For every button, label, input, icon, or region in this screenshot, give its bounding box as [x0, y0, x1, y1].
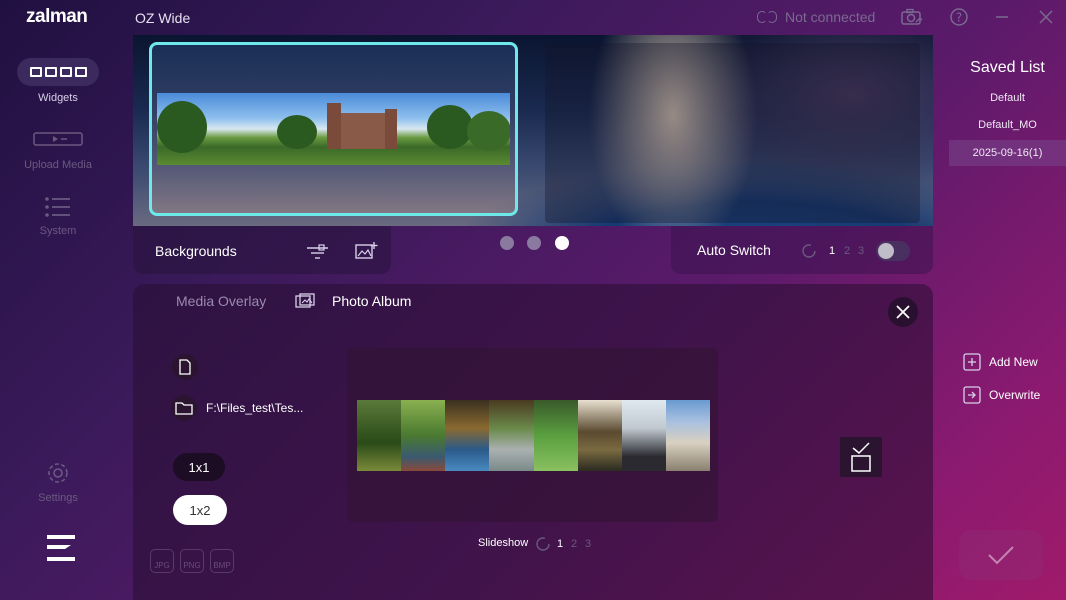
gear-icon: [17, 460, 99, 486]
sidebar-item-settings[interactable]: Settings: [17, 460, 99, 504]
confirm-button[interactable]: [959, 530, 1043, 580]
page-dot-2[interactable]: [527, 236, 541, 250]
add-new-label: Add New: [989, 355, 1038, 369]
help-icon[interactable]: ?: [948, 8, 970, 26]
tab-photo-album[interactable]: Photo Album: [332, 293, 411, 309]
sidebar-item-label: Upload Media: [24, 159, 92, 171]
layout-1x2-button[interactable]: 1x2: [173, 495, 227, 525]
overwrite-icon: [963, 386, 981, 404]
folder-path: F:\Files_test\Tes...: [206, 401, 304, 415]
zalman-brand-icon: [45, 533, 77, 568]
check-icon: [988, 546, 1014, 565]
sidebar-item-upload-media[interactable]: Upload Media: [17, 131, 99, 171]
close-icon: [896, 305, 910, 319]
add-icon: [963, 353, 981, 371]
photo-thumb: [665, 400, 710, 471]
close-window-icon[interactable]: [1035, 8, 1057, 26]
photo-thumb: [577, 400, 622, 471]
connection-icon: [757, 11, 777, 23]
widgets-icon: [17, 58, 99, 86]
page-dot-3[interactable]: [555, 236, 569, 250]
tab-media-overlay[interactable]: Media Overlay: [176, 293, 266, 309]
photo-thumb: [445, 400, 490, 471]
photo-thumb: [621, 400, 666, 471]
sidebar-item-system[interactable]: System: [17, 196, 99, 237]
auto-switch-option-1[interactable]: 1: [829, 245, 835, 257]
connection-status: Not connected: [757, 9, 875, 25]
auto-switch-label: Auto Switch: [697, 242, 771, 258]
sidebar-item-label: System: [39, 225, 77, 237]
panorama-image: [157, 93, 510, 165]
overwrite-button[interactable]: Overwrite: [963, 386, 1040, 404]
folder-icon[interactable]: [171, 395, 197, 421]
saved-list-item-selected[interactable]: 2025-09-16(1): [949, 140, 1066, 166]
sidebar-item-widgets[interactable]: Widgets: [17, 58, 99, 104]
photo-thumb: [533, 400, 578, 471]
format-bmp-badge: BMP: [210, 549, 234, 573]
filter-icon[interactable]: [306, 242, 330, 262]
zalman-logo: zalman: [26, 6, 88, 27]
sidebar-item-label: Settings: [38, 492, 78, 504]
file-icon[interactable]: [172, 354, 198, 380]
add-new-button[interactable]: Add New: [963, 353, 1038, 371]
slideshow-option-3[interactable]: 3: [585, 538, 591, 550]
photo-thumb: [357, 400, 402, 471]
layout-1x1-button[interactable]: 1x1: [173, 453, 225, 481]
connection-status-text: Not connected: [785, 9, 876, 25]
slideshow-option-2[interactable]: 2: [571, 538, 577, 550]
close-panel-button[interactable]: [888, 297, 918, 327]
slideshow-option-1[interactable]: 1: [557, 538, 563, 550]
upload-media-icon: [17, 131, 99, 147]
saved-list-item[interactable]: Default_MO: [949, 112, 1066, 138]
check-box-icon: [851, 442, 871, 472]
format-jpg-badge: JPG: [150, 549, 174, 573]
photo-thumb: [489, 400, 534, 471]
refresh-icon: [801, 243, 817, 264]
backgrounds-label: Backgrounds: [155, 243, 237, 259]
auto-switch-toggle[interactable]: [876, 241, 910, 261]
format-png-badge: PNG: [180, 549, 204, 573]
saved-list-title: Saved List: [970, 59, 1045, 76]
album-photo-strip[interactable]: [357, 400, 710, 471]
page-dot-1[interactable]: [500, 236, 514, 250]
sidebar-item-label: Widgets: [38, 92, 78, 104]
svg-text:?: ?: [956, 11, 962, 25]
saved-list-item[interactable]: Default: [949, 85, 1066, 111]
minimize-icon[interactable]: [991, 8, 1013, 26]
camera-icon[interactable]: [901, 8, 923, 26]
overwrite-label: Overwrite: [989, 388, 1041, 402]
auto-switch-option-3[interactable]: 3: [858, 245, 864, 257]
slideshow-label: Slideshow: [478, 537, 529, 549]
add-image-icon[interactable]: [354, 241, 378, 261]
list-icon: [17, 196, 99, 218]
app-title: OZ Wide: [135, 10, 191, 26]
photo-thumb: [401, 400, 446, 471]
slideshow-refresh-icon: [535, 536, 551, 557]
auto-switch-option-2[interactable]: 2: [844, 245, 850, 257]
photo-album-icon: [295, 293, 315, 314]
apply-selection-button[interactable]: [840, 437, 882, 477]
preview-slot-inactive[interactable]: [545, 43, 920, 223]
